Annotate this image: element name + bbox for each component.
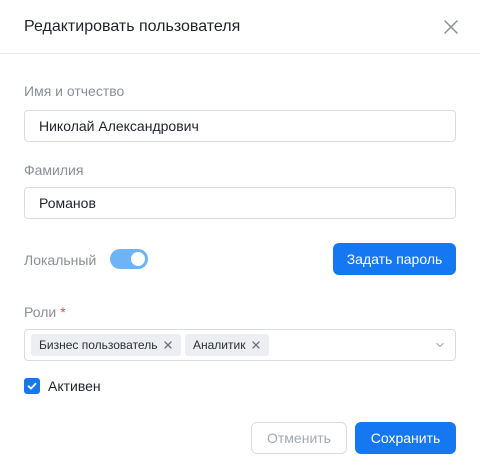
roles-select[interactable]: Бизнес пользователь Аналитик [24, 329, 456, 361]
dialog-title: Редактировать пользователя [24, 18, 241, 35]
remove-role-button[interactable] [251, 340, 261, 350]
close-icon [164, 341, 173, 349]
close-icon [252, 341, 261, 349]
close-button[interactable] [440, 16, 462, 38]
active-checkbox[interactable] [24, 378, 40, 394]
required-mark: * [60, 304, 66, 320]
active-checkbox-row[interactable]: Активен [24, 377, 101, 395]
toggle-knob [131, 252, 145, 266]
close-icon [444, 20, 458, 34]
last-name-label: Фамилия [24, 162, 84, 178]
first-name-label: Имя и отчество [24, 83, 125, 99]
roles-label: Роли * [24, 303, 66, 321]
last-name-input[interactable]: Романов [24, 187, 456, 219]
role-tag-label: Бизнес пользователь [39, 338, 158, 352]
active-label: Активен [48, 378, 101, 394]
save-button[interactable]: Сохранить [355, 422, 456, 454]
local-label: Локальный [24, 252, 97, 268]
edit-user-dialog: Редактировать пользователя Имя и отчеств… [0, 0, 480, 471]
cancel-button[interactable]: Отменить [251, 422, 347, 454]
check-icon [27, 382, 37, 390]
remove-role-button[interactable] [163, 340, 173, 350]
role-tag: Аналитик [185, 334, 269, 356]
roles-label-text: Роли [24, 304, 57, 320]
chevron-down-icon [436, 342, 444, 348]
role-tag: Бизнес пользователь [31, 334, 181, 356]
role-tag-label: Аналитик [193, 338, 246, 352]
dialog-header: Редактировать пользователя [0, 0, 480, 54]
set-password-button[interactable]: Задать пароль [333, 243, 456, 275]
first-name-input[interactable]: Николай Александрович [24, 110, 456, 142]
local-toggle[interactable] [110, 249, 148, 269]
